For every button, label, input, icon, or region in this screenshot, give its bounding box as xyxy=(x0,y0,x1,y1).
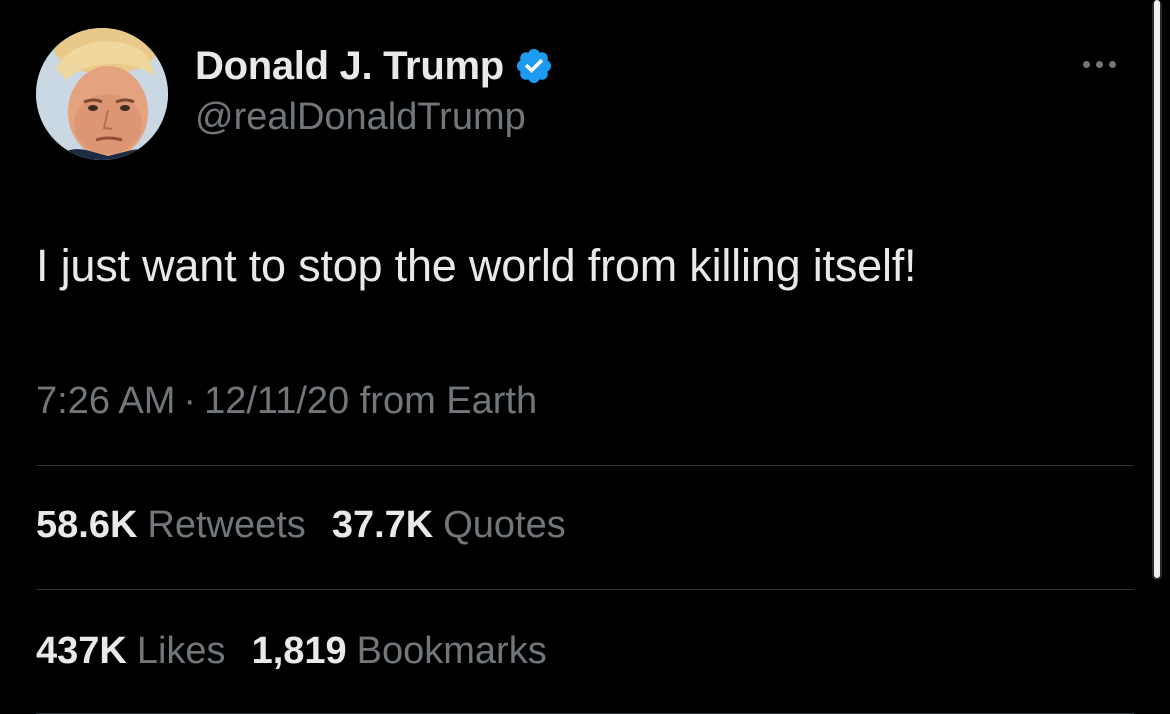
author-display-name[interactable]: Donald J. Trump xyxy=(195,44,504,89)
tweet-time[interactable]: 7:26 AM xyxy=(36,380,175,422)
tweet-detail: Donald J. Trump @realDonaldTrump I just … xyxy=(0,0,1170,714)
quotes-count: 37.7K xyxy=(331,504,434,546)
tweet-source: from Earth xyxy=(359,380,538,422)
likes-stat[interactable]: 437K Likes xyxy=(36,630,226,673)
retweets-stat[interactable]: 58.6K Retweets xyxy=(36,504,306,547)
tweet-meta: 7:26 AM · 12/11/20 from Earth xyxy=(36,380,537,423)
retweets-count: 58.6K xyxy=(36,504,138,546)
divider xyxy=(36,589,1134,590)
divider xyxy=(36,465,1134,466)
bookmarks-stat[interactable]: 1,819 Bookmarks xyxy=(252,630,547,673)
more-dot xyxy=(1096,60,1103,68)
likes-label: Likes xyxy=(136,630,226,672)
tweet-text: I just want to stop the world from killi… xyxy=(36,240,917,291)
author-handle[interactable]: @realDonaldTrump xyxy=(195,96,526,139)
retweets-label: Retweets xyxy=(147,504,306,546)
author-name-row[interactable]: Donald J. Trump xyxy=(195,40,554,92)
likes-count: 437K xyxy=(36,630,127,672)
more-dot xyxy=(1109,60,1116,68)
stats-row-engagement: 437K Likes 1,819 Bookmarks xyxy=(36,630,547,673)
meta-separator: · xyxy=(183,380,197,422)
quotes-stat[interactable]: 37.7K Quotes xyxy=(332,504,566,547)
quotes-label: Quotes xyxy=(443,504,566,546)
avatar-portrait xyxy=(36,28,168,160)
avatar[interactable] xyxy=(36,28,168,160)
stats-row-shares: 58.6K Retweets 37.7K Quotes xyxy=(36,504,566,547)
verified-badge-icon[interactable] xyxy=(514,46,554,86)
bookmarks-label: Bookmarks xyxy=(356,630,547,672)
tweet-date[interactable]: 12/11/20 xyxy=(204,380,349,422)
bookmarks-count: 1,819 xyxy=(251,630,347,672)
more-icon[interactable] xyxy=(1083,52,1131,76)
scrollbar-thumb[interactable] xyxy=(1154,0,1160,578)
more-dot xyxy=(1083,60,1090,68)
